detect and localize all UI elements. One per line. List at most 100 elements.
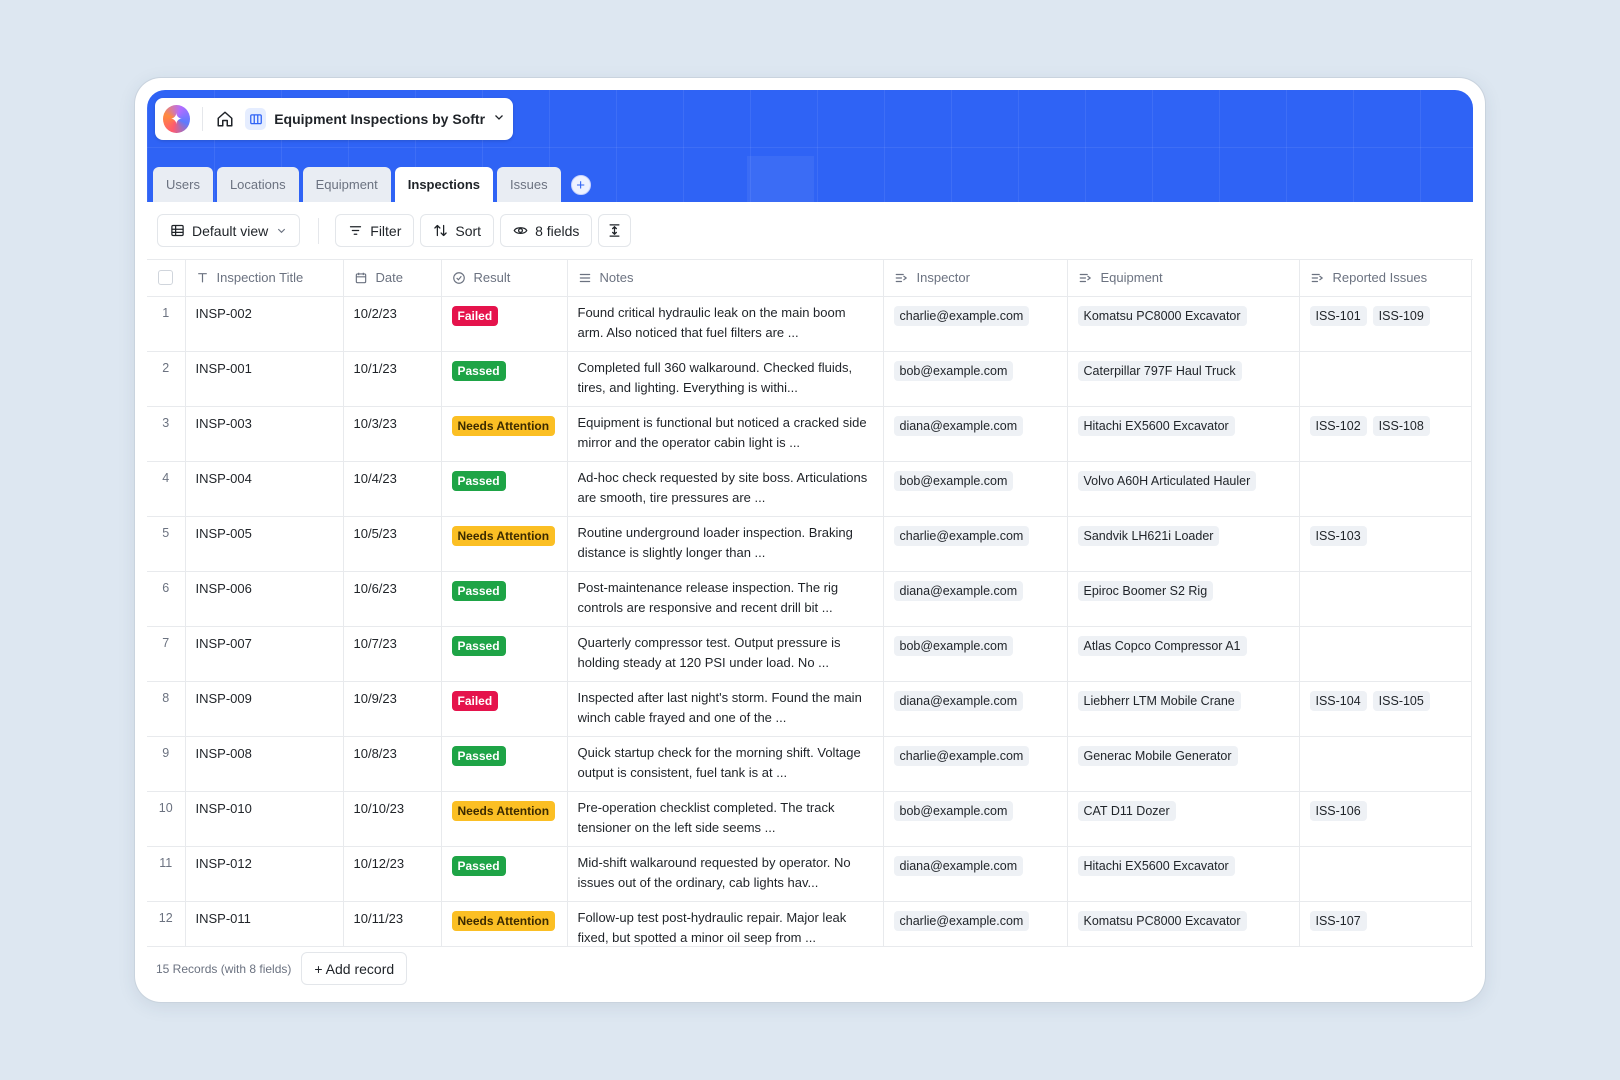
table-row[interactable]: 10 INSP-010 10/10/23 Needs Attention Pre-ope… — [147, 791, 1472, 847]
result-cell[interactable]: Needs Attention — [441, 791, 568, 847]
issues-cell[interactable] — [1299, 461, 1472, 517]
inspector-chip[interactable]: bob@example.com — [893, 470, 1014, 491]
row-height-button[interactable] — [598, 214, 632, 247]
table-row[interactable]: 12 INSP-011 10/11/23 Needs Attention Follow-… — [147, 901, 1472, 946]
inspector-cell[interactable]: bob@example.com — [883, 351, 1068, 407]
table-row[interactable]: 11 INSP-012 10/12/23 Passed Mid-shift walkar… — [147, 846, 1472, 902]
date-cell[interactable]: 10/7/23 — [343, 626, 442, 682]
tab-inspections[interactable]: Inspections — [394, 167, 494, 202]
column-header-issues[interactable]: Reported Issues — [1299, 260, 1472, 297]
result-cell[interactable]: Failed — [441, 681, 568, 737]
notes-cell[interactable]: Routine underground loader inspection. B… — [567, 516, 884, 572]
equipment-chip[interactable]: CAT D11 Dozer — [1077, 800, 1176, 821]
inspector-chip[interactable]: bob@example.com — [893, 800, 1014, 821]
equipment-chip[interactable]: Caterpillar 797F Haul Truck — [1077, 360, 1242, 381]
issue-chip[interactable]: ISS-103 — [1309, 525, 1367, 546]
select-all-header[interactable] — [147, 260, 186, 297]
equipment-cell[interactable]: Atlas Copco Compressor A1 — [1067, 626, 1300, 682]
home-icon[interactable] — [215, 108, 236, 130]
inspector-cell[interactable]: diana@example.com — [883, 681, 1068, 737]
issue-chip[interactable]: ISS-109 — [1372, 305, 1430, 326]
issue-chip[interactable]: ISS-101 — [1309, 305, 1367, 326]
inspector-cell[interactable]: charlie@example.com — [883, 516, 1068, 572]
inspector-chip[interactable]: diana@example.com — [893, 415, 1024, 436]
notes-cell[interactable]: Ad-hoc check requested by site boss. Art… — [567, 461, 884, 517]
inspection-title-cell[interactable]: INSP-009 — [185, 681, 344, 737]
inspector-chip[interactable]: diana@example.com — [893, 690, 1024, 711]
equipment-cell[interactable]: Komatsu PC8000 Excavator — [1067, 901, 1300, 946]
issues-cell[interactable]: ISS-107 — [1299, 901, 1472, 946]
issues-cell[interactable]: ISS-101 ISS-109 — [1299, 296, 1472, 352]
date-cell[interactable]: 10/2/23 — [343, 296, 442, 352]
inspector-chip[interactable]: bob@example.com — [893, 360, 1014, 381]
equipment-chip[interactable]: Liebherr LTM Mobile Crane — [1077, 690, 1241, 711]
equipment-chip[interactable]: Komatsu PC8000 Excavator — [1077, 305, 1247, 326]
result-cell[interactable]: Needs Attention — [441, 901, 568, 946]
table-row[interactable]: 5 INSP-005 10/5/23 Needs Attention Routine u… — [147, 516, 1472, 572]
fields-button[interactable]: 8 fields — [500, 214, 593, 247]
result-cell[interactable]: Passed — [441, 461, 568, 517]
equipment-cell[interactable]: Generac Mobile Generator — [1067, 736, 1300, 792]
notes-cell[interactable]: Follow-up test post-hydraulic repair. Ma… — [567, 901, 884, 946]
equipment-chip[interactable]: Hitachi EX5600 Excavator — [1077, 855, 1235, 876]
result-cell[interactable]: Passed — [441, 571, 568, 627]
inspection-title-cell[interactable]: INSP-007 — [185, 626, 344, 682]
table-row[interactable]: 4 INSP-004 10/4/23 Passed Ad-hoc check reque… — [147, 461, 1472, 517]
equipment-chip[interactable]: Komatsu PC8000 Excavator — [1077, 910, 1247, 931]
inspector-cell[interactable]: charlie@example.com — [883, 736, 1068, 792]
chevron-down-icon[interactable] — [493, 110, 505, 128]
notes-cell[interactable]: Post-maintenance release inspection. The… — [567, 571, 884, 627]
issues-cell[interactable]: ISS-102 ISS-108 — [1299, 406, 1472, 462]
issues-cell[interactable] — [1299, 626, 1472, 682]
tab-equipment[interactable]: Equipment — [302, 167, 391, 202]
column-header-date[interactable]: Date — [343, 260, 442, 297]
issues-cell[interactable]: ISS-103 — [1299, 516, 1472, 572]
inspection-title-cell[interactable]: INSP-003 — [185, 406, 344, 462]
column-header-notes[interactable]: Notes — [567, 260, 884, 297]
inspection-title-cell[interactable]: INSP-006 — [185, 571, 344, 627]
inspection-title-cell[interactable]: INSP-010 — [185, 791, 344, 847]
inspector-cell[interactable]: charlie@example.com — [883, 296, 1068, 352]
filter-button[interactable]: Filter — [335, 214, 415, 247]
result-cell[interactable]: Needs Attention — [441, 406, 568, 462]
notes-cell[interactable]: Inspected after last night's storm. Foun… — [567, 681, 884, 737]
inspection-title-cell[interactable]: INSP-004 — [185, 461, 344, 517]
equipment-cell[interactable]: Epiroc Boomer S2 Rig — [1067, 571, 1300, 627]
result-cell[interactable]: Failed — [441, 296, 568, 352]
notes-cell[interactable]: Pre-operation checklist completed. The t… — [567, 791, 884, 847]
inspection-title-cell[interactable]: INSP-011 — [185, 901, 344, 946]
table-row[interactable]: 2 INSP-001 10/1/23 Passed Completed full 360… — [147, 351, 1472, 407]
issue-chip[interactable]: ISS-102 — [1309, 415, 1367, 436]
inspector-chip[interactable]: charlie@example.com — [893, 525, 1030, 546]
date-cell[interactable]: 10/5/23 — [343, 516, 442, 572]
inspector-chip[interactable]: charlie@example.com — [893, 745, 1030, 766]
issues-cell[interactable] — [1299, 846, 1472, 902]
result-cell[interactable]: Passed — [441, 846, 568, 902]
issue-chip[interactable]: ISS-106 — [1309, 800, 1367, 821]
equipment-cell[interactable]: Caterpillar 797F Haul Truck — [1067, 351, 1300, 407]
tab-locations[interactable]: Locations — [216, 167, 299, 202]
equipment-cell[interactable]: Hitachi EX5600 Excavator — [1067, 846, 1300, 902]
issue-chip[interactable]: ISS-108 — [1372, 415, 1430, 436]
equipment-chip[interactable]: Sandvik LH621i Loader — [1077, 525, 1220, 546]
table-row[interactable]: 6 INSP-006 10/6/23 Passed Post-maintenance r… — [147, 571, 1472, 627]
inspection-title-cell[interactable]: INSP-008 — [185, 736, 344, 792]
inspector-chip[interactable]: diana@example.com — [893, 580, 1024, 601]
notes-cell[interactable]: Mid-shift walkaround requested by operat… — [567, 846, 884, 902]
issues-cell[interactable] — [1299, 571, 1472, 627]
date-cell[interactable]: 10/6/23 — [343, 571, 442, 627]
select-all-checkbox[interactable] — [158, 270, 174, 286]
view-selector-button[interactable]: Default view — [157, 214, 301, 247]
table-row[interactable]: 1 INSP-002 10/2/23 Failed Found critical hyd… — [147, 296, 1472, 352]
column-header-equipment[interactable]: Equipment — [1067, 260, 1300, 297]
equipment-cell[interactable]: Komatsu PC8000 Excavator — [1067, 296, 1300, 352]
date-cell[interactable]: 10/10/23 — [343, 791, 442, 847]
date-cell[interactable]: 10/3/23 — [343, 406, 442, 462]
equipment-chip[interactable]: Volvo A60H Articulated Hauler — [1077, 470, 1257, 491]
inspector-chip[interactable]: diana@example.com — [893, 855, 1024, 876]
issue-chip[interactable]: ISS-104 — [1309, 690, 1367, 711]
column-header-result[interactable]: Result — [441, 260, 568, 297]
issue-chip[interactable]: ISS-107 — [1309, 910, 1367, 931]
result-cell[interactable]: Passed — [441, 351, 568, 407]
issues-cell[interactable] — [1299, 351, 1472, 407]
